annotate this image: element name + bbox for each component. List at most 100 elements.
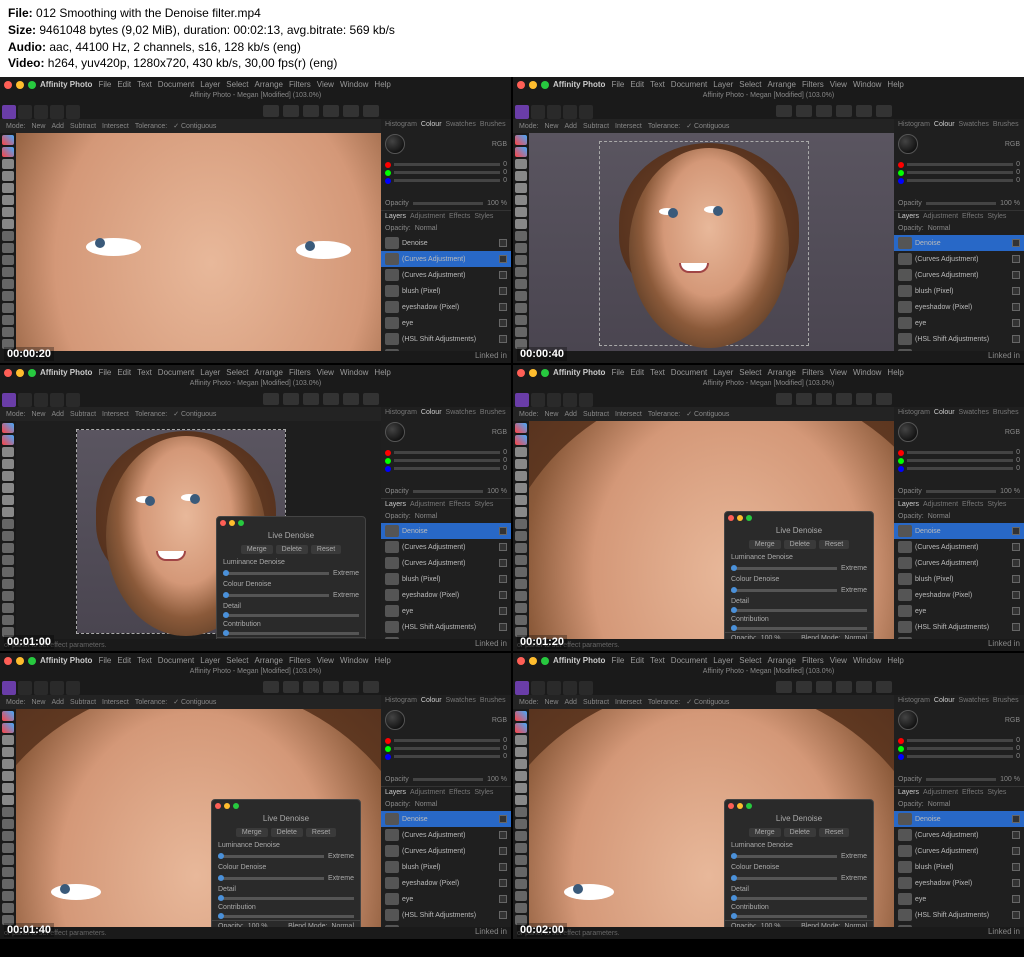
tool-icon[interactable]: [515, 807, 527, 817]
panel-tab[interactable]: Swatches: [446, 697, 476, 704]
visibility-checkbox[interactable]: [499, 911, 507, 919]
tool-icon[interactable]: [515, 543, 527, 553]
layer-item[interactable]: blush (Pixel): [894, 859, 1024, 875]
layer-item[interactable]: Denoise: [381, 811, 511, 827]
tool-icon[interactable]: [2, 603, 14, 613]
panel-tab[interactable]: Effects: [449, 789, 470, 796]
panel-tab[interactable]: Styles: [474, 213, 493, 220]
visibility-checkbox[interactable]: [499, 543, 507, 551]
detail-slider[interactable]: [731, 609, 867, 612]
menu-item[interactable]: File: [98, 368, 111, 377]
panel-tab[interactable]: Adjustment: [923, 789, 958, 796]
layers-panel-tabs[interactable]: LayersAdjustmentEffectsStyles: [894, 786, 1024, 798]
canvas-area[interactable]: Live DenoiseMergeDeleteResetLuminance De…: [529, 709, 894, 927]
menu-item[interactable]: Select: [226, 368, 248, 377]
panel-tab[interactable]: Brushes: [993, 121, 1019, 128]
menu-item[interactable]: Text: [650, 80, 665, 89]
menu-item[interactable]: Edit: [630, 80, 644, 89]
colour-panel-tabs[interactable]: HistogramColourSwatchesBrushes: [894, 407, 1024, 418]
menu-item[interactable]: Affinity Photo: [40, 368, 92, 377]
layer-item[interactable]: Denoise: [381, 235, 511, 251]
menu-item[interactable]: File: [98, 80, 111, 89]
canvas-area[interactable]: [16, 133, 381, 351]
tool-icon[interactable]: [515, 303, 527, 313]
menu-item[interactable]: Arrange: [255, 656, 283, 665]
detail-slider[interactable]: [731, 897, 867, 900]
colour-slider[interactable]: [394, 163, 500, 166]
layer-item[interactable]: (Curves Adjustment): [894, 555, 1024, 571]
menu-item[interactable]: Filters: [289, 656, 311, 665]
visibility-checkbox[interactable]: [1012, 863, 1020, 871]
menu-item[interactable]: Document: [158, 656, 194, 665]
tool-icon[interactable]: [2, 723, 14, 733]
colour-panel-tabs[interactable]: HistogramColourSwatchesBrushes: [894, 695, 1024, 706]
visibility-checkbox[interactable]: [1012, 527, 1020, 535]
layer-item[interactable]: blush (Pixel): [894, 571, 1024, 587]
tool-icon[interactable]: [515, 783, 527, 793]
visibility-checkbox[interactable]: [499, 575, 507, 583]
visibility-checkbox[interactable]: [1012, 575, 1020, 583]
dialog-button[interactable]: Delete: [276, 545, 308, 554]
canvas-area[interactable]: Live DenoiseMergeDeleteResetLuminance De…: [16, 421, 381, 639]
layer-item[interactable]: eyeshadow (Pixel): [894, 587, 1024, 603]
menu-item[interactable]: Select: [739, 656, 761, 665]
tool-icon[interactable]: [515, 855, 527, 865]
tools-panel[interactable]: [0, 709, 16, 927]
visibility-checkbox[interactable]: [499, 527, 507, 535]
tool-icon[interactable]: [2, 315, 14, 325]
tool-icon[interactable]: [515, 507, 527, 517]
layer-item[interactable]: (HSL Shift Adjustments): [894, 331, 1024, 347]
menu-item[interactable]: Help: [887, 80, 903, 89]
visibility-checkbox[interactable]: [1012, 895, 1020, 903]
tool-icon[interactable]: [2, 135, 14, 145]
layer-item[interactable]: (Curves Adjustment): [381, 827, 511, 843]
menu-item[interactable]: Document: [158, 368, 194, 377]
visibility-checkbox[interactable]: [1012, 255, 1020, 263]
visibility-checkbox[interactable]: [499, 335, 507, 343]
tools-panel[interactable]: [0, 421, 16, 639]
menu-item[interactable]: View: [317, 656, 334, 665]
tool-icon[interactable]: [515, 255, 527, 265]
panel-tab[interactable]: Layers: [898, 213, 919, 220]
context-toolbar[interactable]: Mode:NewAddSubtractIntersectTolerance:✓ …: [513, 695, 894, 709]
menu-item[interactable]: Arrange: [768, 656, 796, 665]
menu-bar[interactable]: Affinity PhotoFileEditTextDocumentLayerS…: [40, 80, 391, 89]
layer-item[interactable]: (HSL Shift Adjustments): [381, 619, 511, 635]
layer-item[interactable]: eye: [894, 315, 1024, 331]
tool-icon[interactable]: [515, 879, 527, 889]
menu-item[interactable]: Help: [374, 80, 390, 89]
layer-item[interactable]: eye: [894, 891, 1024, 907]
colour-slider[interactable]: [394, 451, 500, 454]
visibility-checkbox[interactable]: [1012, 623, 1020, 631]
tool-icon[interactable]: [515, 459, 527, 469]
colour-slider[interactable]: [394, 739, 500, 742]
tool-icon[interactable]: [2, 567, 14, 577]
tool-icon[interactable]: [515, 711, 527, 721]
menu-item[interactable]: Text: [137, 80, 152, 89]
menu-item[interactable]: Filters: [802, 80, 824, 89]
visibility-checkbox[interactable]: [1012, 831, 1020, 839]
tool-icon[interactable]: [515, 735, 527, 745]
tools-panel[interactable]: [0, 133, 16, 351]
visibility-checkbox[interactable]: [499, 287, 507, 295]
dialog-button[interactable]: Merge: [241, 545, 273, 554]
layer-item[interactable]: blush (Pixel): [381, 859, 511, 875]
canvas-area[interactable]: Live DenoiseMergeDeleteResetLuminance De…: [16, 709, 381, 927]
tool-icon[interactable]: [515, 219, 527, 229]
tool-icon[interactable]: [515, 843, 527, 853]
visibility-checkbox[interactable]: [499, 879, 507, 887]
tool-icon[interactable]: [515, 615, 527, 625]
context-toolbar[interactable]: Mode:NewAddSubtractIntersectTolerance:✓ …: [0, 407, 381, 421]
colour-panel-tabs[interactable]: HistogramColourSwatchesBrushes: [381, 119, 511, 130]
layer-item[interactable]: eye: [381, 315, 511, 331]
menu-item[interactable]: Layer: [200, 80, 220, 89]
panel-tab[interactable]: Adjustment: [410, 789, 445, 796]
panel-tab[interactable]: Histogram: [898, 121, 930, 128]
panel-tab[interactable]: Adjustment: [923, 501, 958, 508]
colour-well[interactable]: [385, 134, 405, 154]
live-denoise-dialog[interactable]: Live DenoiseMergeDeleteResetLuminance De…: [216, 516, 366, 639]
colour-panel-tabs[interactable]: HistogramColourSwatchesBrushes: [381, 695, 511, 706]
layer-item[interactable]: eye: [381, 891, 511, 907]
colour-slider[interactable]: [394, 747, 500, 750]
menu-item[interactable]: Arrange: [768, 80, 796, 89]
